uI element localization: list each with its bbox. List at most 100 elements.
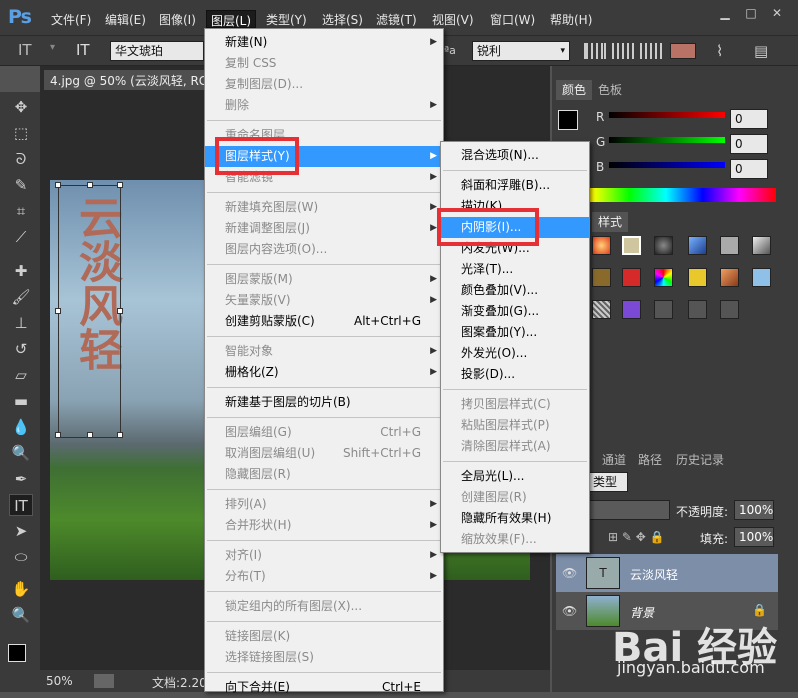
menu-item[interactable]: 清除图层样式(A) [441, 436, 589, 457]
foreground-color-swatch[interactable] [8, 644, 26, 662]
b-slider[interactable] [609, 162, 725, 168]
text-color-swatch[interactable] [670, 43, 696, 59]
menu-item[interactable]: 拷贝图层样式(C) [441, 394, 589, 415]
transform-handle[interactable] [117, 182, 123, 188]
style-swatch[interactable] [592, 236, 611, 255]
eye-icon[interactable]: 👁 [562, 566, 577, 580]
menu-item[interactable]: 图案叠加(Y)... [441, 322, 589, 343]
eraser-tool-icon[interactable]: ▱ [9, 364, 33, 386]
eye-icon[interactable]: 👁 [562, 604, 577, 618]
align-right-icon[interactable] [640, 43, 662, 59]
menu-item[interactable]: 合并形状(H) ▶ [205, 515, 443, 536]
style-swatch[interactable] [654, 300, 673, 319]
doc-info[interactable]: 文档:2.20 [152, 674, 207, 691]
menu-item[interactable]: 光泽(T)... [441, 259, 589, 280]
menu-item[interactable]: 颜色叠加(V)... [441, 280, 589, 301]
tab-paths[interactable]: 路径 [632, 450, 668, 470]
transform-handle[interactable] [55, 432, 61, 438]
lock-icons[interactable]: ⊞ ✎ ✥ 🔒 [608, 530, 665, 544]
tab-swatches[interactable]: 色板 [592, 80, 628, 100]
menu-item[interactable]: 复制图层(D)... [205, 74, 443, 95]
menu-item[interactable]: 图层编组(G) Ctrl+G [205, 422, 443, 443]
menu-item[interactable]: 智能对象 ▶ [205, 341, 443, 362]
style-swatch[interactable] [654, 268, 673, 287]
menu-type[interactable]: 类型(Y) [262, 10, 311, 28]
menu-item[interactable]: 渐变叠加(G)... [441, 301, 589, 322]
menu-help[interactable]: 帮助(H) [546, 10, 596, 28]
menu-item[interactable]: 图层内容选项(O)... [205, 239, 443, 260]
type-tool-icon[interactable]: IT [18, 41, 32, 59]
style-swatch[interactable] [688, 236, 707, 255]
menu-layer[interactable]: 图层(L) [206, 10, 257, 28]
g-value-field[interactable]: 0 [730, 134, 768, 154]
style-swatch[interactable] [752, 268, 771, 287]
menu-window[interactable]: 窗口(W) [486, 10, 539, 28]
menu-item[interactable]: 链接图层(K) [205, 626, 443, 647]
fill-field[interactable]: 100% [734, 527, 774, 547]
transform-handle[interactable] [55, 308, 61, 314]
tab-color[interactable]: 颜色 [556, 80, 593, 100]
style-swatch[interactable] [592, 268, 611, 287]
ellipse-tool-icon[interactable]: ⬭ [9, 546, 33, 568]
style-swatch[interactable] [720, 300, 739, 319]
menu-select[interactable]: 选择(S) [318, 10, 367, 28]
menu-item[interactable]: 排列(A) ▶ [205, 494, 443, 515]
menu-item[interactable]: 新建填充图层(W) ▶ [205, 197, 443, 218]
toggle-orientation-icon[interactable]: IT [76, 41, 90, 59]
menu-item[interactable]: 外发光(O)... [441, 343, 589, 364]
layer-row-text[interactable]: 👁 T 云淡风轻 [556, 554, 778, 592]
menu-item[interactable]: 斜面和浮雕(B)... [441, 175, 589, 196]
menu-item[interactable]: 新建基于图层的切片(B) [205, 392, 443, 413]
menu-filter[interactable]: 滤镜(T) [372, 10, 421, 28]
menu-item[interactable]: 创建图层(R) [441, 487, 589, 508]
dodge-tool-icon[interactable]: 🔍 [9, 442, 33, 464]
menu-item[interactable]: 对齐(I) ▶ [205, 545, 443, 566]
transform-handle[interactable] [87, 182, 93, 188]
tab-history[interactable]: 历史记录 [670, 450, 730, 470]
layer-name[interactable]: 云淡风轻 [630, 566, 678, 583]
quick-select-tool-icon[interactable]: ✎ [9, 174, 33, 196]
pen-tool-icon[interactable]: ✒ [9, 468, 33, 490]
document-tab[interactable]: 4.jpg @ 50% (云淡风轻, RGB/8) [44, 70, 214, 90]
type-tool-icon[interactable]: IT [9, 494, 33, 516]
marquee-tool-icon[interactable]: ⬚ [9, 122, 33, 144]
menu-item[interactable]: 矢量蒙版(V) ▶ [205, 290, 443, 311]
lasso-tool-icon[interactable]: ᘐ [9, 148, 33, 170]
menu-item[interactable]: 缩放效果(F)... [441, 529, 589, 550]
align-center-icon[interactable] [612, 43, 634, 59]
menu-item[interactable]: 创建剪贴蒙版(C) Alt+Ctrl+G [205, 311, 443, 332]
menu-item[interactable]: 全局光(L)... [441, 466, 589, 487]
transform-handle[interactable] [87, 432, 93, 438]
menu-item[interactable]: 删除 ▶ [205, 95, 443, 116]
style-swatch[interactable] [720, 268, 739, 287]
history-brush-tool-icon[interactable]: ↺ [9, 338, 33, 360]
menu-item[interactable]: 分布(T) ▶ [205, 566, 443, 587]
menu-item[interactable]: 取消图层编组(U) Shift+Ctrl+G [205, 443, 443, 464]
menu-item[interactable]: 复制 CSS [205, 53, 443, 74]
move-tool-icon[interactable]: ✥ [9, 96, 33, 118]
menu-item[interactable]: 选择链接图层(S) [205, 647, 443, 668]
style-swatch[interactable] [592, 300, 611, 319]
path-selection-tool-icon[interactable]: ➤ [9, 520, 33, 542]
blend-mode-select[interactable] [588, 500, 670, 520]
style-swatch[interactable] [622, 236, 641, 255]
r-slider[interactable] [609, 112, 725, 118]
opacity-field[interactable]: 100% [734, 500, 774, 520]
menu-item[interactable]: 混合选项(N)... [441, 145, 589, 166]
tab-channels[interactable]: 通道 [596, 450, 632, 470]
chevron-down-icon[interactable]: ▾ [50, 42, 55, 53]
close-button[interactable]: ✕ [766, 4, 788, 22]
style-swatch[interactable] [752, 236, 771, 255]
transform-handle[interactable] [117, 308, 123, 314]
menu-file[interactable]: 文件(F) [47, 10, 95, 28]
layer-filter-kind[interactable]: 类型 [588, 472, 628, 492]
style-swatch[interactable] [654, 236, 673, 255]
menu-item[interactable]: 粘贴图层样式(P) [441, 415, 589, 436]
hand-tool-icon[interactable]: ✋ [9, 578, 33, 600]
transform-bounding-box[interactable] [55, 182, 123, 438]
menu-item[interactable]: 向下合并(E) Ctrl+E [205, 677, 443, 698]
gradient-tool-icon[interactable]: ▬ [9, 390, 33, 412]
eyedropper-tool-icon[interactable]: ⟋ [9, 226, 33, 248]
g-slider[interactable] [609, 137, 725, 143]
menu-item[interactable]: 隐藏所有效果(H) [441, 508, 589, 529]
